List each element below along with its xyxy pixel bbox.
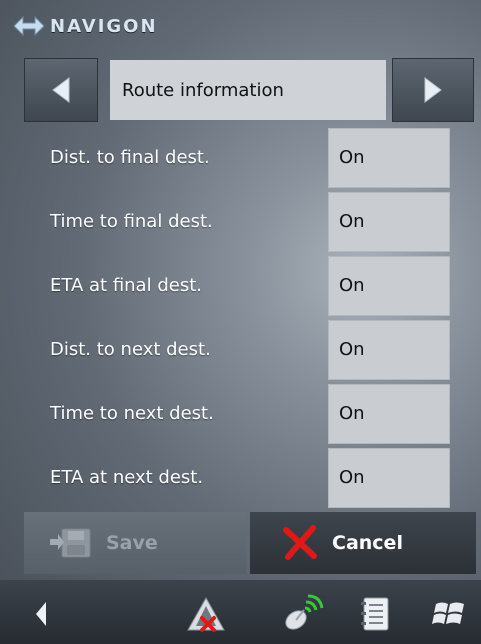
next-page-button[interactable] bbox=[392, 58, 474, 122]
cancel-label: Cancel bbox=[332, 532, 403, 554]
logo-text: NAVIGON bbox=[50, 15, 158, 37]
navigon-logo: NAVIGON bbox=[14, 14, 158, 38]
back-button[interactable] bbox=[28, 592, 72, 636]
page-navigator: Route information bbox=[24, 58, 474, 122]
setting-value-toggle[interactable]: On bbox=[328, 448, 450, 508]
setting-label: ETA at next dest. bbox=[50, 467, 204, 488]
setting-value-toggle[interactable]: On bbox=[328, 320, 450, 380]
setting-label: Time to next dest. bbox=[50, 403, 214, 424]
cancel-button[interactable]: Cancel bbox=[250, 512, 476, 574]
bottom-toolbar bbox=[0, 580, 481, 644]
setting-label: Time to final dest. bbox=[50, 211, 213, 232]
setting-label: ETA at final dest. bbox=[50, 275, 202, 296]
gps-status-button[interactable] bbox=[280, 592, 324, 636]
setting-row-eta-final: ETA at final dest. On bbox=[0, 256, 481, 316]
setting-value-text: On bbox=[339, 275, 365, 296]
action-bar: Save Cancel bbox=[0, 512, 481, 576]
setting-value-text: On bbox=[339, 403, 365, 424]
setting-value-text: On bbox=[339, 211, 365, 232]
header-bar: NAVIGON bbox=[0, 0, 481, 52]
no-gps-warning-icon bbox=[187, 596, 225, 632]
setting-row-time-final: Time to final dest. On bbox=[0, 192, 481, 252]
windows-icon bbox=[432, 602, 464, 624]
setting-value-text: On bbox=[339, 339, 365, 360]
gps-signal-icon bbox=[285, 594, 324, 630]
back-icon bbox=[36, 602, 46, 626]
page-title-box: Route information bbox=[110, 60, 386, 120]
setting-value-toggle[interactable]: On bbox=[328, 192, 450, 252]
triangle-right-icon bbox=[424, 77, 442, 103]
page-title: Route information bbox=[122, 79, 284, 101]
setting-row-time-next: Time to next dest. On bbox=[0, 384, 481, 444]
windows-start-button[interactable] bbox=[428, 592, 472, 636]
previous-page-button[interactable] bbox=[24, 58, 98, 122]
setting-row-eta-next: ETA at next dest. On bbox=[0, 448, 481, 508]
cancel-x-icon bbox=[283, 525, 317, 560]
setting-row-dist-final: Dist. to final dest. On bbox=[0, 128, 481, 188]
setting-value-toggle[interactable]: On bbox=[328, 256, 450, 316]
save-button[interactable]: Save bbox=[24, 512, 246, 574]
triangle-left-icon bbox=[52, 77, 70, 103]
setting-value-text: On bbox=[339, 147, 365, 168]
setting-label: Dist. to final dest. bbox=[50, 147, 210, 168]
notebook-icon bbox=[361, 597, 389, 631]
setting-value-toggle[interactable]: On bbox=[328, 128, 450, 188]
setting-row-dist-next: Dist. to next dest. On bbox=[0, 320, 481, 380]
setting-label: Dist. to next dest. bbox=[50, 339, 211, 360]
screen: NAVIGON Route information Dist. to final… bbox=[0, 0, 481, 644]
no-gps-warning-button[interactable] bbox=[184, 592, 228, 636]
setting-value-toggle[interactable]: On bbox=[328, 384, 450, 444]
setting-value-text: On bbox=[339, 467, 365, 488]
save-label: Save bbox=[106, 532, 158, 554]
navigon-diamond-icon bbox=[14, 15, 44, 37]
notebook-button[interactable] bbox=[354, 592, 398, 636]
save-disk-icon bbox=[50, 528, 91, 558]
